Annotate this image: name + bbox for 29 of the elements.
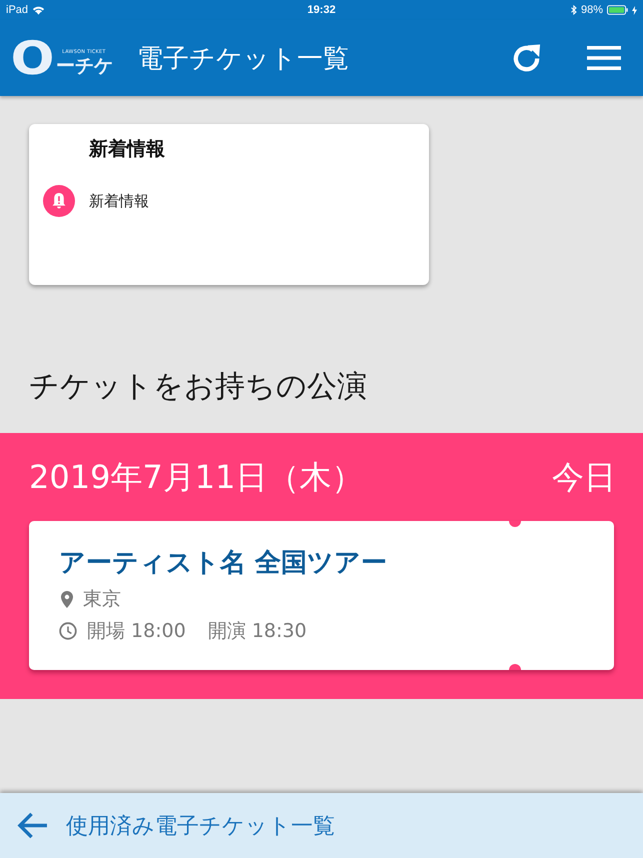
device-name: iPad	[6, 4, 28, 16]
bell-icon	[43, 185, 75, 217]
refresh-button[interactable]	[511, 42, 542, 74]
doors-open-time: 開場 18:00	[87, 619, 186, 644]
logo-letter: O	[10, 37, 54, 79]
charging-bolt-icon	[632, 6, 637, 14]
menu-button[interactable]	[587, 46, 621, 70]
news-item[interactable]: 新着情報	[89, 192, 149, 210]
used-tickets-link[interactable]: 使用済み電子チケット一覧	[0, 793, 643, 858]
show-start-time: 開演 18:30	[208, 619, 307, 644]
page-title: 電子チケット一覧	[137, 42, 350, 76]
battery-percent: 98%	[580, 4, 603, 16]
bluetooth-icon	[570, 5, 577, 15]
ticket-title: アーティスト名 全国ツアー	[59, 547, 388, 580]
refresh-icon	[511, 42, 542, 74]
section-heading: チケットをお持ちの公演	[29, 368, 367, 406]
back-arrow-icon	[17, 812, 48, 839]
venue-text: 東京	[83, 587, 121, 612]
ticket-card[interactable]: アーティスト名 全国ツアー 東京 開場 18:00 開演 18:30	[29, 521, 614, 670]
battery-icon	[606, 5, 628, 15]
status-time: 19:32	[307, 4, 336, 16]
today-label: 今日	[552, 457, 616, 497]
wifi-icon	[32, 5, 46, 15]
logo-wordmark: ーチケ	[56, 55, 114, 77]
event-date: 2019年7月11日（木）	[29, 457, 364, 497]
clock-icon	[59, 622, 77, 640]
menu-icon	[587, 46, 621, 70]
location-pin-icon	[61, 590, 73, 608]
news-card-title: 新着情報	[89, 137, 165, 162]
